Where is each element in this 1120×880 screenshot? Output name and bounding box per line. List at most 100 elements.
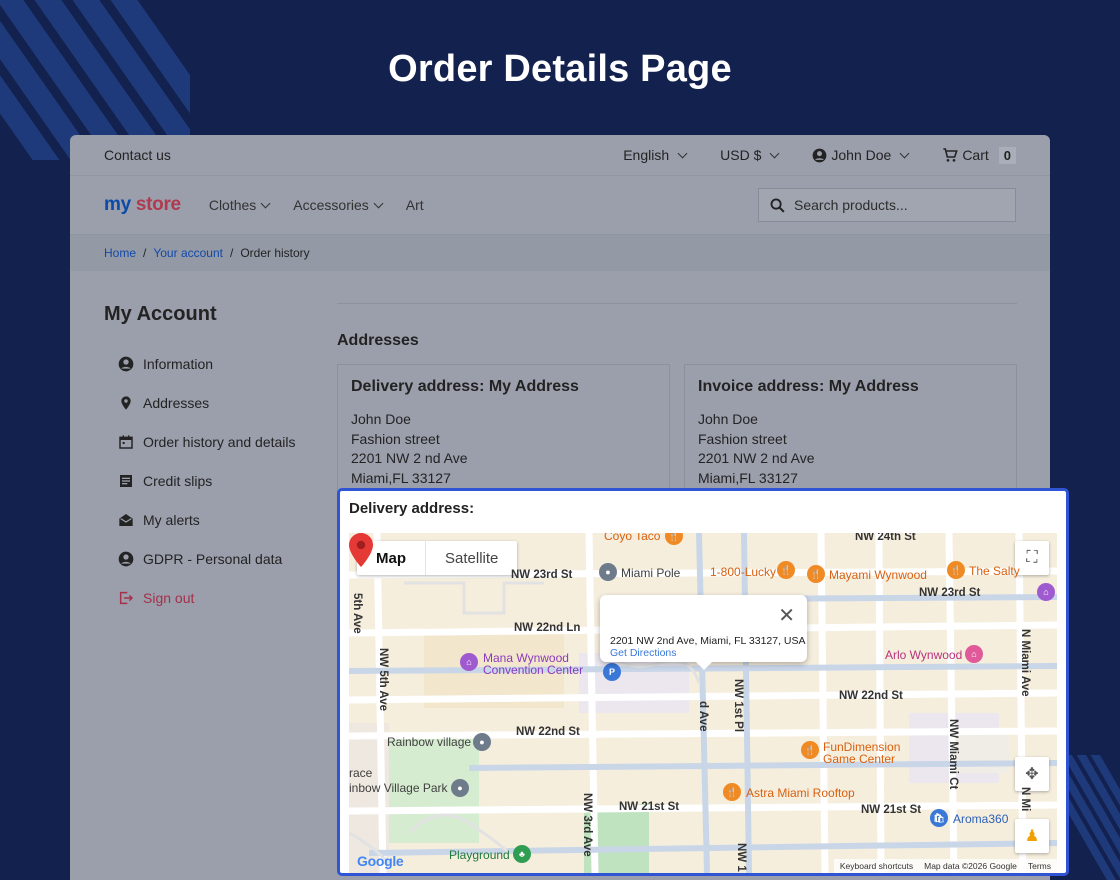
street-label: NW 1st Pl bbox=[732, 679, 744, 733]
info-window-address: 2201 NW 2nd Ave, Miami, FL 33127, USA bbox=[610, 635, 806, 647]
search-box[interactable]: Search products... bbox=[758, 188, 1016, 222]
search-input[interactable]: Search products... bbox=[794, 197, 908, 213]
store-logo[interactable]: my store bbox=[104, 194, 181, 216]
address-line: John Doe bbox=[351, 411, 411, 427]
street-label: NW Miami Ct bbox=[947, 719, 959, 790]
camera-control-icon[interactable]: ✥ bbox=[1015, 757, 1049, 791]
sidebar-item-label: Information bbox=[143, 355, 214, 372]
sidebar-item-order-history[interactable]: Order history and details bbox=[104, 422, 324, 461]
keyboard-shortcuts-link[interactable]: Keyboard shortcuts bbox=[840, 861, 913, 871]
breadcrumb-separator: / bbox=[229, 246, 234, 260]
breadcrumb-home[interactable]: Home bbox=[104, 246, 136, 260]
user-circle-icon bbox=[118, 551, 134, 566]
street-label: 5th Ave bbox=[351, 593, 363, 634]
entertainment-icon: 🍴 bbox=[801, 741, 819, 759]
venue-icon: ⌂ bbox=[460, 653, 478, 671]
place-label: race bbox=[349, 766, 373, 780]
street-label: N Mi bbox=[1019, 787, 1031, 812]
google-logo: Google bbox=[357, 853, 404, 869]
language-dropdown[interactable]: English bbox=[623, 147, 690, 163]
street-label: NW 22nd St bbox=[516, 726, 580, 738]
address-line: 2201 NW 2 nd Ave bbox=[351, 450, 468, 466]
place-label[interactable]: Playground bbox=[449, 848, 510, 862]
sidebar-item-gdpr[interactable]: GDPR - Personal data bbox=[104, 539, 324, 578]
sidebar-item-credit-slips[interactable]: Credit slips bbox=[104, 461, 324, 500]
contact-link[interactable]: Contact us bbox=[104, 147, 171, 163]
sign-out-icon bbox=[119, 591, 134, 604]
street-label: NW 5th Ave bbox=[377, 648, 389, 712]
nav-accessories[interactable]: Accessories bbox=[293, 197, 385, 213]
terms-link[interactable]: Terms bbox=[1028, 861, 1051, 871]
place-label[interactable]: 1-800-Lucky bbox=[710, 565, 776, 579]
breadcrumb-separator: / bbox=[143, 246, 147, 260]
sidebar-title: My Account bbox=[104, 303, 217, 325]
chevron-down-icon bbox=[677, 148, 688, 159]
hotel-icon: ⌂ bbox=[965, 645, 983, 663]
delivery-address-card: Delivery address: My Address John Doe Fa… bbox=[337, 364, 670, 504]
street-label: NW 21st St bbox=[619, 801, 680, 813]
cart-icon bbox=[943, 148, 959, 162]
chevron-down-icon bbox=[373, 198, 384, 209]
address-line: Miami,FL 33127 bbox=[351, 469, 451, 486]
place-label[interactable]: The Salty bbox=[969, 564, 1020, 578]
parking-icon: P bbox=[603, 663, 621, 681]
place-label[interactable]: Mayami Wynwood bbox=[829, 568, 927, 582]
restaurant-icon: 🍴 bbox=[807, 565, 825, 583]
currency-dropdown[interactable]: USD $ bbox=[720, 147, 782, 163]
pegman-icon[interactable]: ♟ bbox=[1015, 819, 1049, 853]
sidebar-item-sign-out[interactable]: Sign out bbox=[104, 578, 324, 617]
sidebar-item-addresses[interactable]: Addresses bbox=[104, 383, 324, 422]
map-panel-title: Delivery address: bbox=[349, 500, 475, 517]
location-pin-icon[interactable] bbox=[349, 533, 373, 567]
fullscreen-icon[interactable]: ⛶ bbox=[1015, 541, 1049, 575]
hotel-icon: ⌂ bbox=[1037, 583, 1055, 601]
restaurant-icon: 🍴 bbox=[947, 561, 965, 579]
user-menu[interactable]: John Doe bbox=[812, 147, 912, 163]
nav-accessories-label: Accessories bbox=[293, 197, 369, 213]
sidebar-item-alerts[interactable]: My alerts bbox=[104, 500, 324, 539]
place-label[interactable]: Astra Miami Rooftop bbox=[746, 786, 855, 800]
street-label: NW 21st St bbox=[861, 804, 922, 816]
address-line: Fashion street bbox=[698, 430, 787, 447]
place-label[interactable]: Convention Center bbox=[483, 663, 583, 677]
google-map[interactable]: Map Satellite ⛶ ✥ ♟ NW 24th St NW 23rd S… bbox=[349, 533, 1057, 873]
place-label[interactable]: Arlo Wynwood bbox=[885, 648, 962, 662]
nav-art-label: Art bbox=[405, 197, 424, 213]
chevron-down-icon bbox=[899, 148, 910, 159]
page-heading: Order Details Page bbox=[388, 48, 732, 90]
address-line: John Doe bbox=[698, 411, 758, 427]
place-label[interactable]: inbow Village Park bbox=[349, 781, 448, 795]
restaurant-icon: 🍴 bbox=[777, 561, 795, 579]
nav-art[interactable]: Art bbox=[406, 197, 424, 213]
place-label[interactable]: Game Center bbox=[823, 752, 895, 766]
user-name: John Doe bbox=[831, 147, 892, 163]
restaurant-icon: 🍴 bbox=[723, 783, 741, 801]
street-label: NW 24th St bbox=[855, 533, 916, 543]
map-type-control: Map Satellite bbox=[357, 541, 518, 575]
map-type-satellite-button[interactable]: Satellite bbox=[426, 541, 517, 575]
close-icon[interactable]: ✕ bbox=[778, 603, 795, 628]
map-footer: Keyboard shortcuts Map data ©2026 Google… bbox=[833, 859, 1057, 873]
nav-clothes[interactable]: Clothes bbox=[209, 197, 273, 213]
breadcrumb-current: Order history bbox=[240, 246, 310, 260]
shopping-icon: 🛍 bbox=[930, 809, 948, 827]
delivery-address-title: Delivery address: My Address bbox=[351, 378, 579, 395]
cart-link[interactable]: Cart 0 bbox=[942, 146, 1016, 164]
receipt-icon bbox=[120, 474, 132, 487]
place-label[interactable]: Rainbow village bbox=[387, 735, 471, 749]
divider bbox=[337, 303, 1017, 304]
place-label[interactable]: Aroma360 bbox=[953, 812, 1008, 826]
sidebar-item-label: Order history and details bbox=[143, 433, 296, 450]
breadcrumb-account[interactable]: Your account bbox=[153, 246, 223, 260]
place-label[interactable]: Coyo Taco bbox=[604, 533, 660, 543]
location-pin-icon bbox=[121, 395, 131, 410]
street-label: NW 1 bbox=[735, 843, 747, 872]
place-label[interactable]: Miami Pole bbox=[621, 566, 680, 580]
delivery-map-panel: Delivery address: Map Satellite ⛶ ✥ ♟ NW… bbox=[337, 488, 1069, 876]
sidebar-item-information[interactable]: Information bbox=[104, 344, 324, 383]
google-logo-text: Google bbox=[357, 853, 404, 869]
street-label: NW 22nd Ln bbox=[514, 622, 581, 634]
account-sidebar: My Account Information Addresses Order h… bbox=[104, 303, 324, 617]
get-directions-link[interactable]: Get Directions bbox=[610, 647, 797, 659]
address-line: Miami,FL 33127 bbox=[698, 469, 798, 486]
